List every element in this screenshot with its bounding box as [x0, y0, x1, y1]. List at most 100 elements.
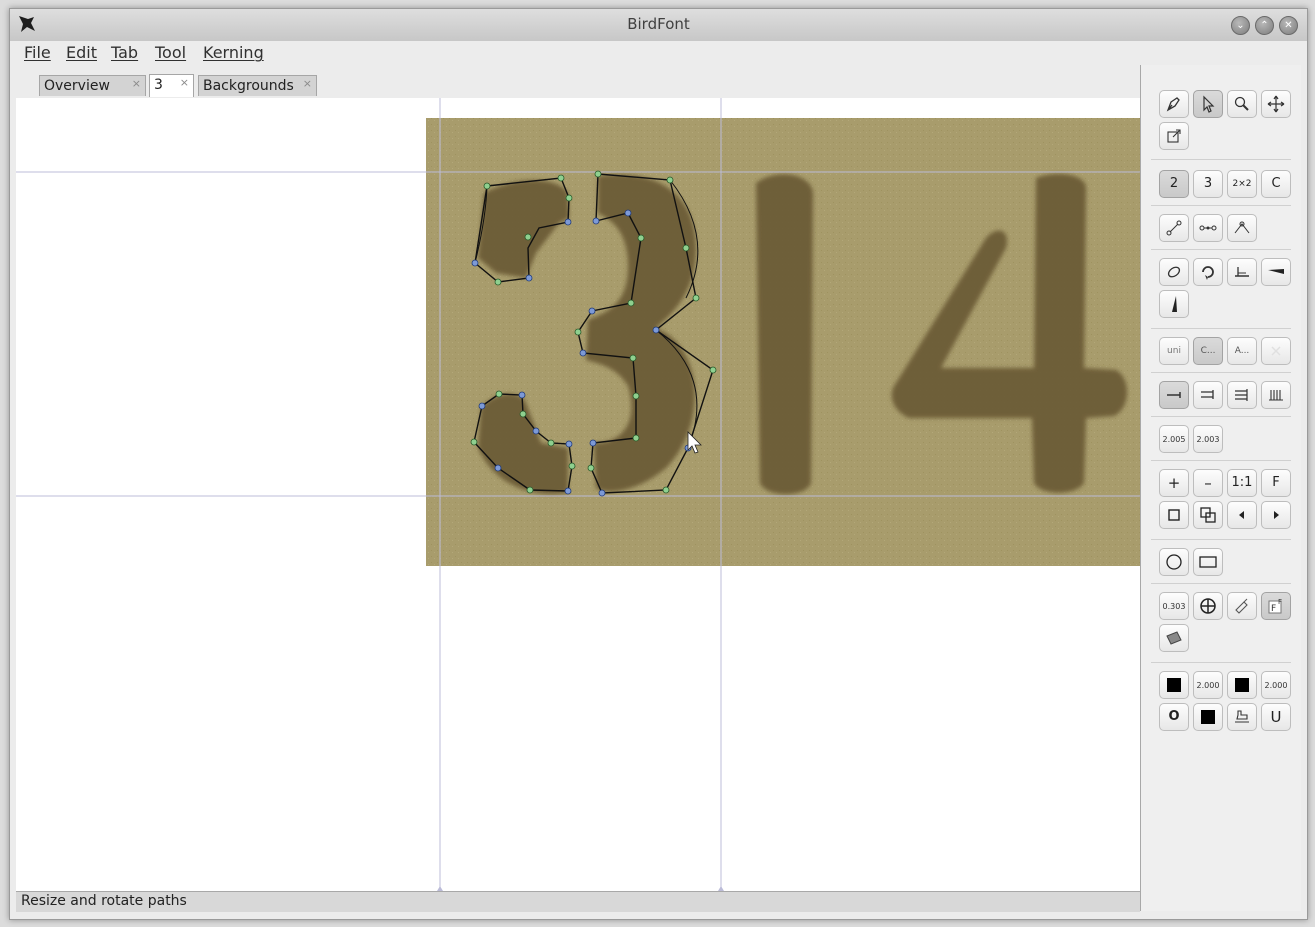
zoom-fit-button[interactable]: F [1261, 469, 1291, 497]
master-2x2-button[interactable]: 2×2 [1227, 170, 1257, 198]
stroke-width-value: 2.005 [1162, 435, 1186, 444]
pointer-tool-button[interactable] [1193, 90, 1223, 118]
outline-button[interactable]: O [1159, 703, 1189, 731]
split-lines-button[interactable] [1227, 381, 1257, 409]
tab-backgrounds[interactable]: Backgrounds × [198, 75, 317, 96]
flip-horizontal-button[interactable] [1261, 258, 1291, 286]
menu-file[interactable]: File [24, 43, 51, 62]
zoom-in-label: + [1167, 474, 1181, 492]
master-2-label: 2 [1169, 176, 1179, 191]
square-icon [1168, 509, 1180, 521]
cubic-point-icon [1234, 221, 1250, 234]
merge-lines-button[interactable] [1193, 381, 1223, 409]
double-point-icon [1199, 225, 1217, 231]
background-scale-spinner[interactable]: 0.303 [1159, 592, 1189, 620]
cap-height-guide-button[interactable]: C... [1193, 337, 1223, 365]
unicode-label: U [1270, 708, 1282, 726]
alphabet-guide-button[interactable]: A... [1227, 337, 1257, 365]
move-tool-button[interactable] [1261, 90, 1291, 118]
grid-lines-button[interactable] [1261, 381, 1291, 409]
close-button[interactable]: ✕ [1279, 16, 1298, 35]
stroke-width-spinner-2[interactable]: 2.003 [1193, 425, 1223, 453]
toolbox-separator [1151, 416, 1291, 417]
tab-bar: Overview × 3 × Backgrounds × [16, 65, 1140, 99]
move-to-baseline-button[interactable] [1227, 258, 1257, 286]
toolbox-separator [1151, 249, 1291, 250]
line-size-spinner[interactable]: 2.000 [1261, 671, 1291, 699]
baseline-icon [1235, 267, 1249, 277]
move-background-button[interactable] [1193, 592, 1223, 620]
background-scale-value: 0.303 [1162, 602, 1186, 611]
unicode-button[interactable]: U [1261, 703, 1291, 731]
next-view-button[interactable] [1261, 501, 1291, 529]
zoom-fit-label: F [1272, 475, 1280, 490]
font-background-icon: FF [1268, 598, 1282, 614]
zoom-out-button[interactable]: – [1193, 469, 1223, 497]
maximize-button[interactable]: ⌃ [1255, 16, 1274, 35]
circle-tool-button[interactable] [1159, 548, 1189, 576]
stroke-width-spinner[interactable]: 2.005 [1159, 425, 1189, 453]
resize-tool-button[interactable] [1159, 122, 1189, 150]
glyph-canvas[interactable] [16, 98, 1140, 891]
tab-overview-label: Overview [44, 78, 110, 94]
pen-tool-button[interactable] [1159, 90, 1189, 118]
grid-lines-icon [1269, 390, 1283, 401]
unicode-guide-button[interactable]: uni [1159, 337, 1189, 365]
quadratic-point-icon [1166, 220, 1182, 236]
previous-view-button[interactable] [1227, 501, 1257, 529]
zoom-boundaries-button[interactable] [1159, 501, 1189, 529]
merge-icon [1201, 390, 1214, 399]
zoom-1-1-button[interactable]: 1:1 [1227, 469, 1257, 497]
tab-glyph-3[interactable]: 3 × [149, 74, 194, 97]
title-bar: BirdFont ⌄ ⌃ ✕ [10, 9, 1307, 41]
rectangle-tool-button[interactable] [1193, 548, 1223, 576]
reverse-path-button[interactable] [1193, 258, 1223, 286]
master-2-button[interactable]: 2 [1159, 170, 1189, 198]
close-path-button[interactable] [1159, 258, 1189, 286]
close-icon [1271, 346, 1281, 356]
close-icon[interactable]: × [180, 76, 189, 89]
stroke-color-button[interactable] [1227, 671, 1257, 699]
menu-tool[interactable]: Tool [155, 43, 186, 62]
background-image-button[interactable] [1159, 624, 1189, 652]
flip-vertical-button[interactable] [1159, 290, 1189, 318]
arrow-left-icon [1239, 511, 1244, 519]
crop-background-button[interactable] [1227, 592, 1257, 620]
stamp-icon [1235, 710, 1249, 723]
tab-backgrounds-label: Backgrounds [203, 78, 294, 94]
fill-color-button[interactable] [1159, 671, 1189, 699]
master-c-button[interactable]: C [1261, 170, 1291, 198]
double-points-button[interactable] [1193, 214, 1223, 242]
remove-guide-button[interactable] [1261, 337, 1291, 365]
cubic-points-button[interactable] [1227, 214, 1257, 242]
outline-label: O [1168, 709, 1180, 724]
zoom-in-button[interactable]: + [1159, 469, 1189, 497]
master-3-button[interactable]: 3 [1193, 170, 1223, 198]
svg-text:F: F [1278, 598, 1282, 606]
show-background-button[interactable]: FF [1261, 592, 1291, 620]
menu-tab[interactable]: Tab [111, 43, 138, 62]
stroke-size-spinner[interactable]: 2.000 [1193, 671, 1223, 699]
line-tool-button[interactable] [1159, 381, 1189, 409]
toolbox-separator [1151, 662, 1291, 663]
quadratic-points-button[interactable] [1159, 214, 1189, 242]
circle-icon [1166, 554, 1182, 570]
line-size-value: 2.000 [1264, 681, 1288, 690]
stroke-width-value-2: 2.003 [1196, 435, 1220, 444]
minimize-button[interactable]: ⌄ [1231, 16, 1250, 35]
zoom-tool-button[interactable] [1227, 90, 1257, 118]
toolbox-panel: 2 3 2×2 C uni C... A... 2.005 2.003 + – … [1140, 65, 1301, 911]
tab-overview[interactable]: Overview × [39, 75, 146, 96]
close-icon[interactable]: × [132, 77, 141, 90]
master-c-label: C [1271, 176, 1281, 191]
toolbox-separator [1151, 460, 1291, 461]
stamp-button[interactable] [1227, 703, 1257, 731]
menu-edit[interactable]: Edit [66, 43, 97, 62]
zoom-selection-button[interactable] [1193, 501, 1223, 529]
filled-button[interactable] [1193, 703, 1223, 731]
status-text: Resize and rotate paths [21, 893, 187, 909]
image-icon [1166, 631, 1182, 645]
toolbox-separator [1151, 372, 1291, 373]
menu-kerning[interactable]: Kerning [203, 43, 264, 62]
close-icon[interactable]: × [303, 77, 312, 90]
